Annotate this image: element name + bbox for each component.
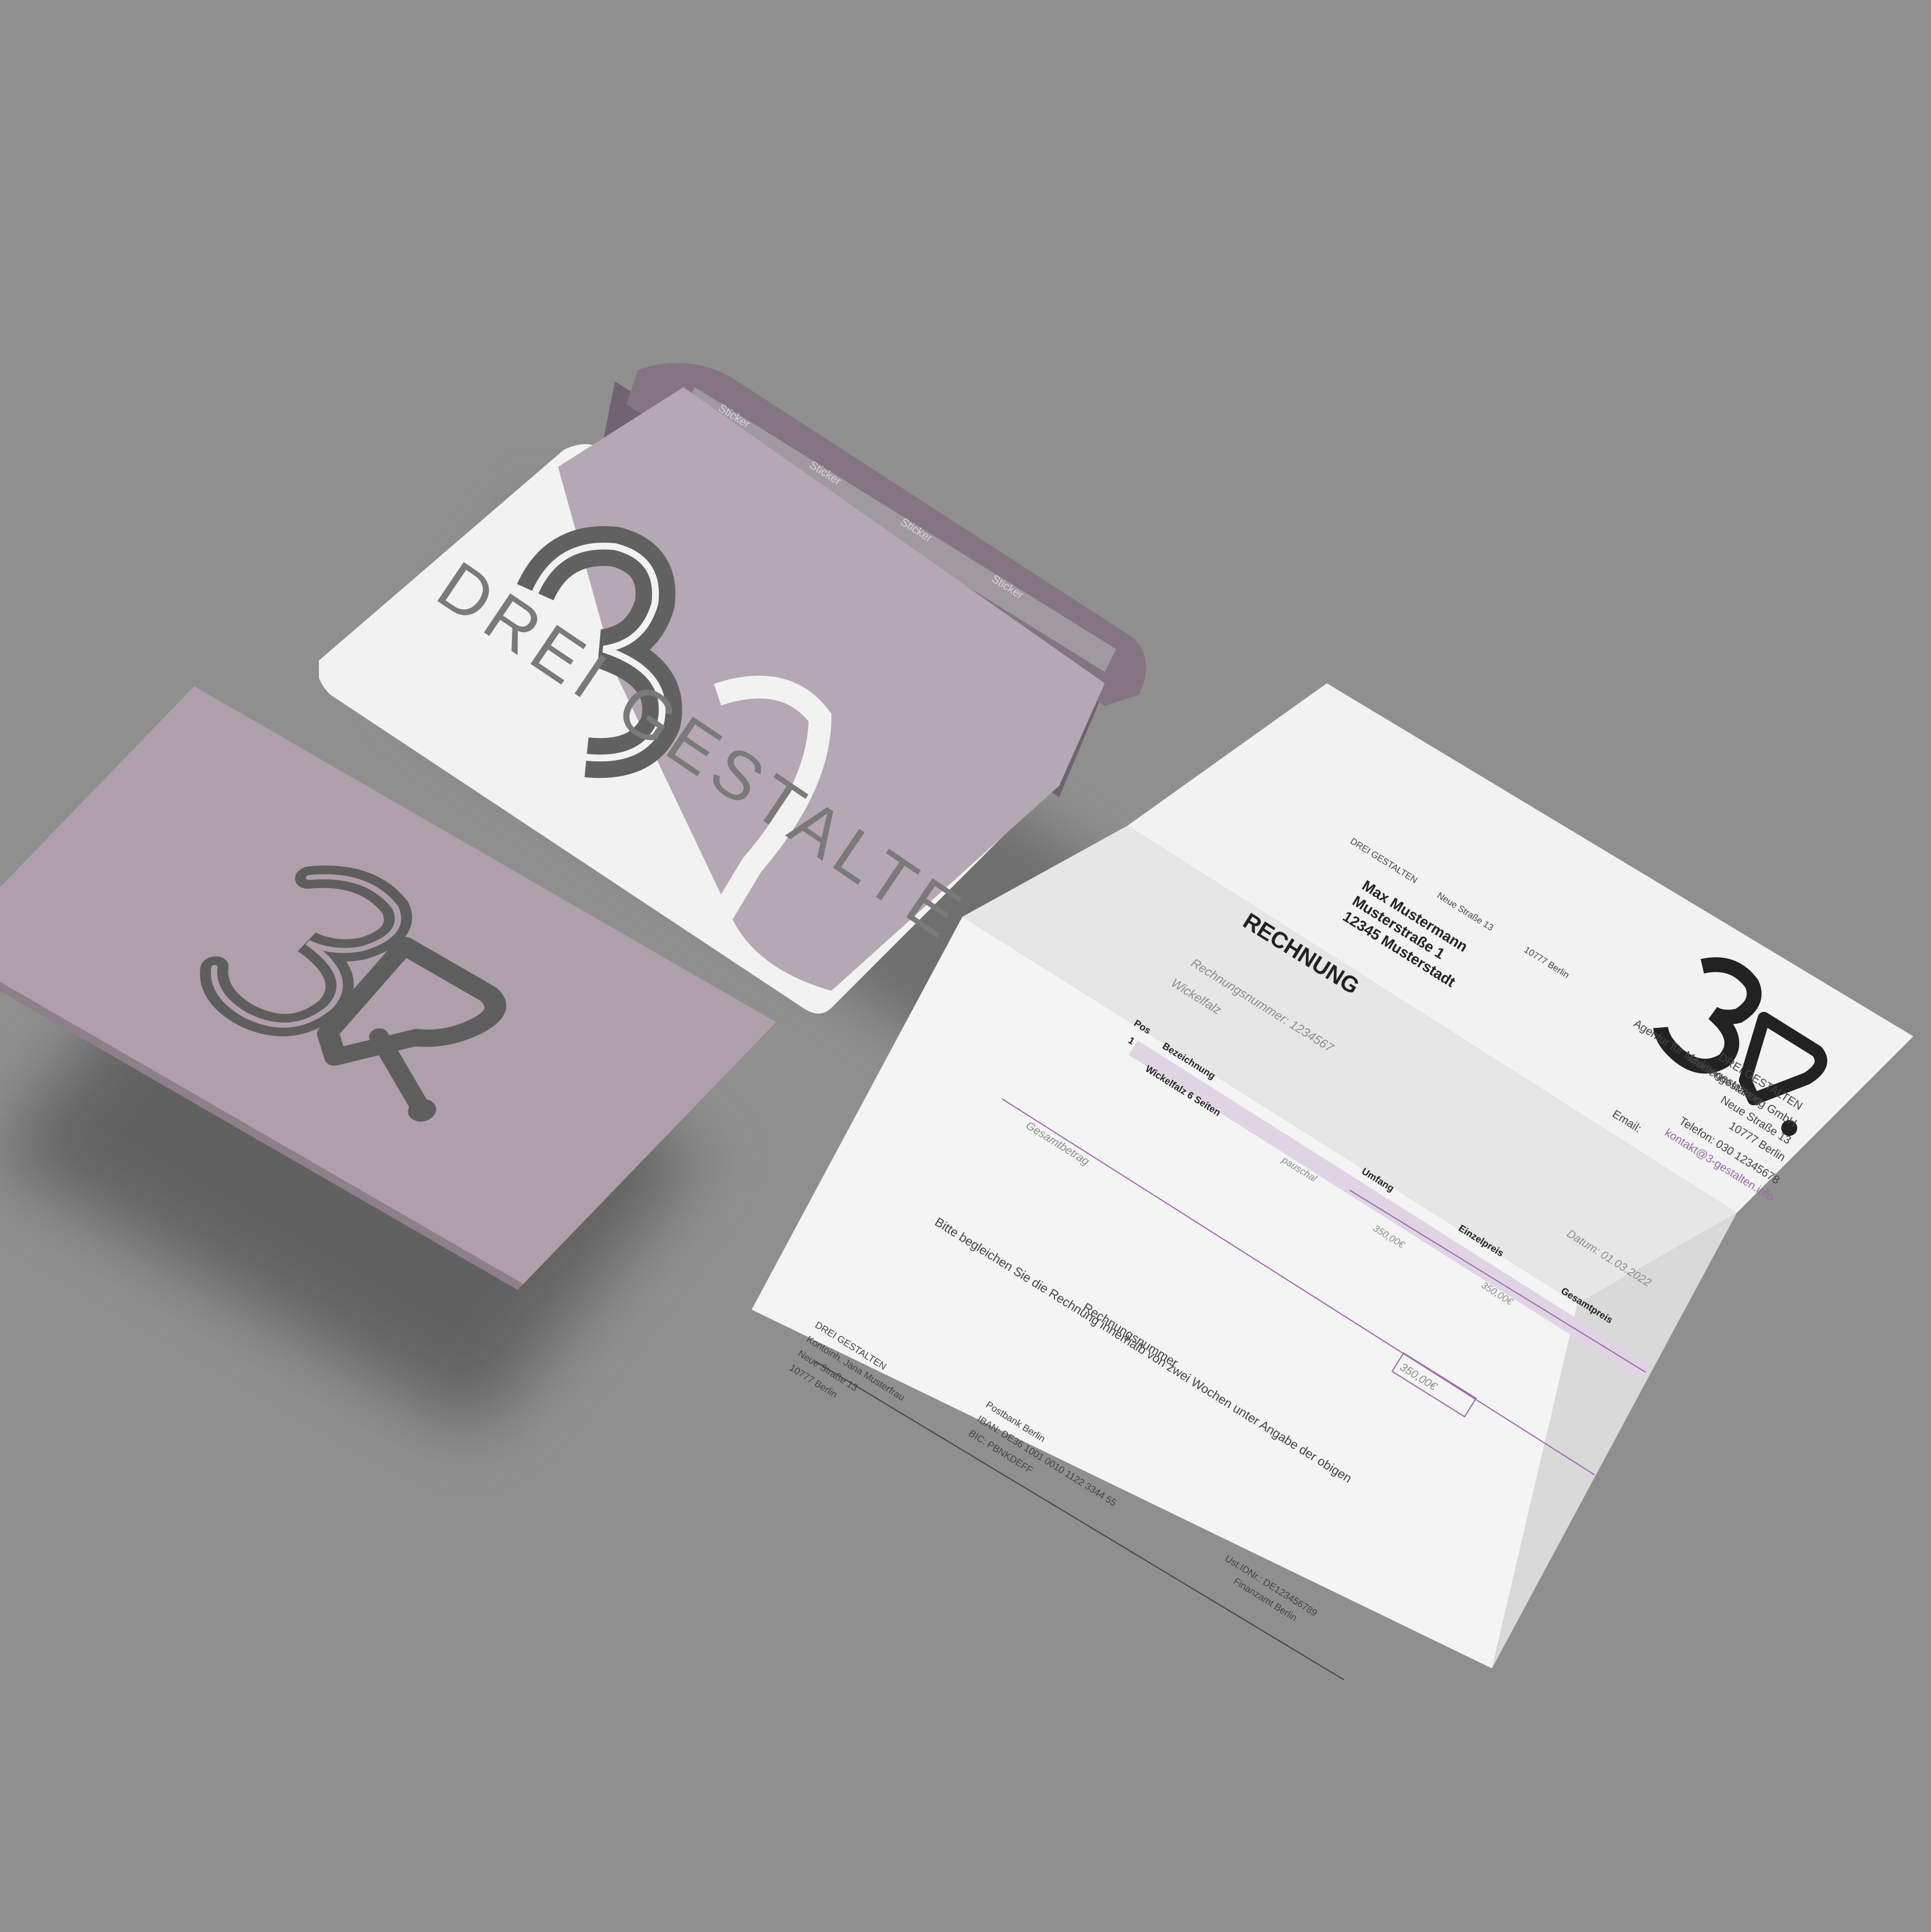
invoice-sheet: DREI GESTALTEN Neue Straße 13 10777 Berl… bbox=[740, 678, 1931, 1703]
invoice-graphic: DREI GESTALTEN Neue Straße 13 10777 Berl… bbox=[752, 683, 1913, 1680]
mockup-scene: Sticker Sticker Sticker Sticker DREI GES… bbox=[0, 0, 1931, 1932]
